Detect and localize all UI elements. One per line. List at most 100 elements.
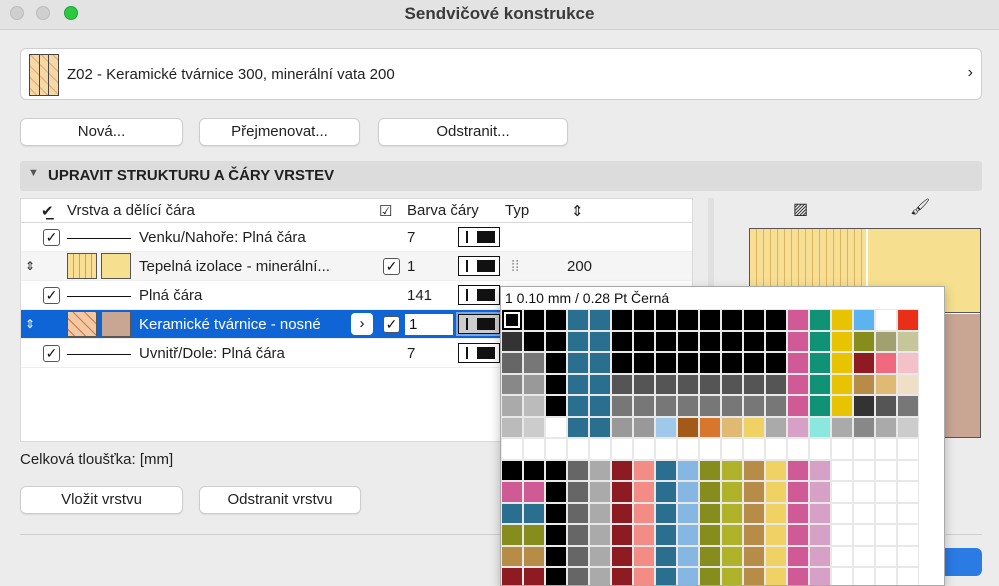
- pen-swatch[interactable]: [897, 373, 919, 395]
- pen-swatch[interactable]: [567, 459, 589, 481]
- pen-swatch[interactable]: [699, 373, 721, 395]
- pen-swatch[interactable]: [787, 330, 809, 352]
- pen-swatch[interactable]: [831, 524, 853, 546]
- pen-swatch[interactable]: [545, 416, 567, 438]
- pen-swatch[interactable]: [501, 524, 523, 546]
- pen-swatch[interactable]: [677, 438, 699, 460]
- pen-swatch[interactable]: [523, 373, 545, 395]
- pen-swatch[interactable]: [589, 438, 611, 460]
- pen-swatch[interactable]: [787, 545, 809, 567]
- visibility-checkbox[interactable]: ✓: [43, 345, 60, 362]
- pen-swatch[interactable]: [787, 502, 809, 524]
- pen-swatch[interactable]: [721, 416, 743, 438]
- pen-swatch[interactable]: [633, 545, 655, 567]
- pen-swatch[interactable]: [875, 567, 897, 585]
- pen-swatch[interactable]: [853, 502, 875, 524]
- pen-swatch[interactable]: [633, 416, 655, 438]
- fill-pattern-swatch[interactable]: [67, 311, 97, 337]
- line-checkbox[interactable]: ✓: [383, 258, 400, 275]
- pen-swatch[interactable]: [787, 438, 809, 460]
- pen-swatch[interactable]: [831, 309, 853, 331]
- pen-swatch[interactable]: [897, 545, 919, 567]
- pen-swatch[interactable]: [633, 567, 655, 585]
- pen-swatch[interactable]: [875, 438, 897, 460]
- pen-swatch[interactable]: [897, 416, 919, 438]
- pen-swatch[interactable]: [787, 459, 809, 481]
- pen-swatch[interactable]: [721, 459, 743, 481]
- pen-swatch[interactable]: [831, 459, 853, 481]
- pen-swatch[interactable]: [501, 309, 523, 331]
- pen-swatch[interactable]: [831, 502, 853, 524]
- pen-swatch[interactable]: [765, 567, 787, 585]
- pen-swatch[interactable]: [721, 352, 743, 374]
- drag-handle-icon[interactable]: ⇕: [25, 317, 35, 331]
- pen-swatch[interactable]: [589, 481, 611, 503]
- pen-swatch[interactable]: [809, 567, 831, 585]
- fill-color-swatch[interactable]: [101, 253, 131, 279]
- pen-swatch[interactable]: [589, 502, 611, 524]
- pen-swatch[interactable]: [853, 481, 875, 503]
- pen-swatch[interactable]: [523, 481, 545, 503]
- pen-swatch[interactable]: [831, 330, 853, 352]
- pen-swatch[interactable]: [611, 481, 633, 503]
- visibility-checkbox[interactable]: ✓: [43, 229, 60, 246]
- pen-swatch[interactable]: [677, 567, 699, 585]
- pen-swatch[interactable]: [897, 459, 919, 481]
- pen-swatch[interactable]: [809, 309, 831, 331]
- pen-swatch[interactable]: [501, 481, 523, 503]
- pen-swatch[interactable]: [567, 309, 589, 331]
- pen-swatch[interactable]: [567, 330, 589, 352]
- pen-swatch[interactable]: [501, 352, 523, 374]
- pen-swatch[interactable]: [787, 352, 809, 374]
- pen-swatch[interactable]: [655, 481, 677, 503]
- pen-swatch[interactable]: [831, 416, 853, 438]
- pen-swatch[interactable]: [589, 352, 611, 374]
- pen-swatch[interactable]: [831, 567, 853, 585]
- pen-swatch[interactable]: [567, 395, 589, 417]
- pen-swatch[interactable]: [897, 438, 919, 460]
- insert-layer-button[interactable]: Vložit vrstvu: [20, 486, 183, 514]
- pen-swatch[interactable]: [545, 309, 567, 331]
- pen-swatch[interactable]: [809, 330, 831, 352]
- pen-swatch[interactable]: [633, 309, 655, 331]
- pen-swatch[interactable]: [721, 545, 743, 567]
- pen-swatch[interactable]: [655, 438, 677, 460]
- pen-swatch[interactable]: [677, 481, 699, 503]
- pen-number-input[interactable]: 1: [405, 314, 453, 335]
- pen-swatch[interactable]: [633, 524, 655, 546]
- pen-swatch[interactable]: [699, 524, 721, 546]
- pen-swatch[interactable]: [655, 459, 677, 481]
- pen-swatch[interactable]: [545, 373, 567, 395]
- pen-swatch[interactable]: [567, 373, 589, 395]
- fill-color-swatch[interactable]: [101, 311, 131, 337]
- pen-swatch[interactable]: [655, 567, 677, 585]
- fill-pattern-swatch[interactable]: [67, 253, 97, 279]
- pen-swatch[interactable]: [523, 438, 545, 460]
- pen-swatch[interactable]: [655, 416, 677, 438]
- pen-swatch[interactable]: [765, 373, 787, 395]
- pen-swatch[interactable]: [545, 459, 567, 481]
- pen-swatch[interactable]: [897, 309, 919, 331]
- pen-swatch[interactable]: [831, 395, 853, 417]
- pen-swatch[interactable]: [633, 459, 655, 481]
- pen-swatch[interactable]: [589, 309, 611, 331]
- pen-swatch[interactable]: [699, 416, 721, 438]
- pen-swatch[interactable]: [875, 373, 897, 395]
- pen-swatch[interactable]: [545, 481, 567, 503]
- pen-swatch[interactable]: [523, 459, 545, 481]
- pen-swatch[interactable]: [743, 481, 765, 503]
- remove-layer-button[interactable]: Odstranit vrstvu: [199, 486, 361, 514]
- pen-swatch[interactable]: [633, 330, 655, 352]
- pen-swatch[interactable]: [633, 502, 655, 524]
- drag-handle-icon[interactable]: ⇕: [25, 259, 35, 273]
- pen-swatch[interactable]: [589, 524, 611, 546]
- pen-swatch[interactable]: [765, 352, 787, 374]
- pen-swatch[interactable]: [721, 438, 743, 460]
- pen-picker[interactable]: [456, 312, 502, 336]
- pen-swatch[interactable]: [501, 459, 523, 481]
- pen-swatch[interactable]: [655, 395, 677, 417]
- pen-picker[interactable]: [458, 343, 500, 363]
- pen-swatch[interactable]: [853, 352, 875, 374]
- pen-swatch[interactable]: [787, 309, 809, 331]
- new-button[interactable]: Nová...: [20, 118, 183, 146]
